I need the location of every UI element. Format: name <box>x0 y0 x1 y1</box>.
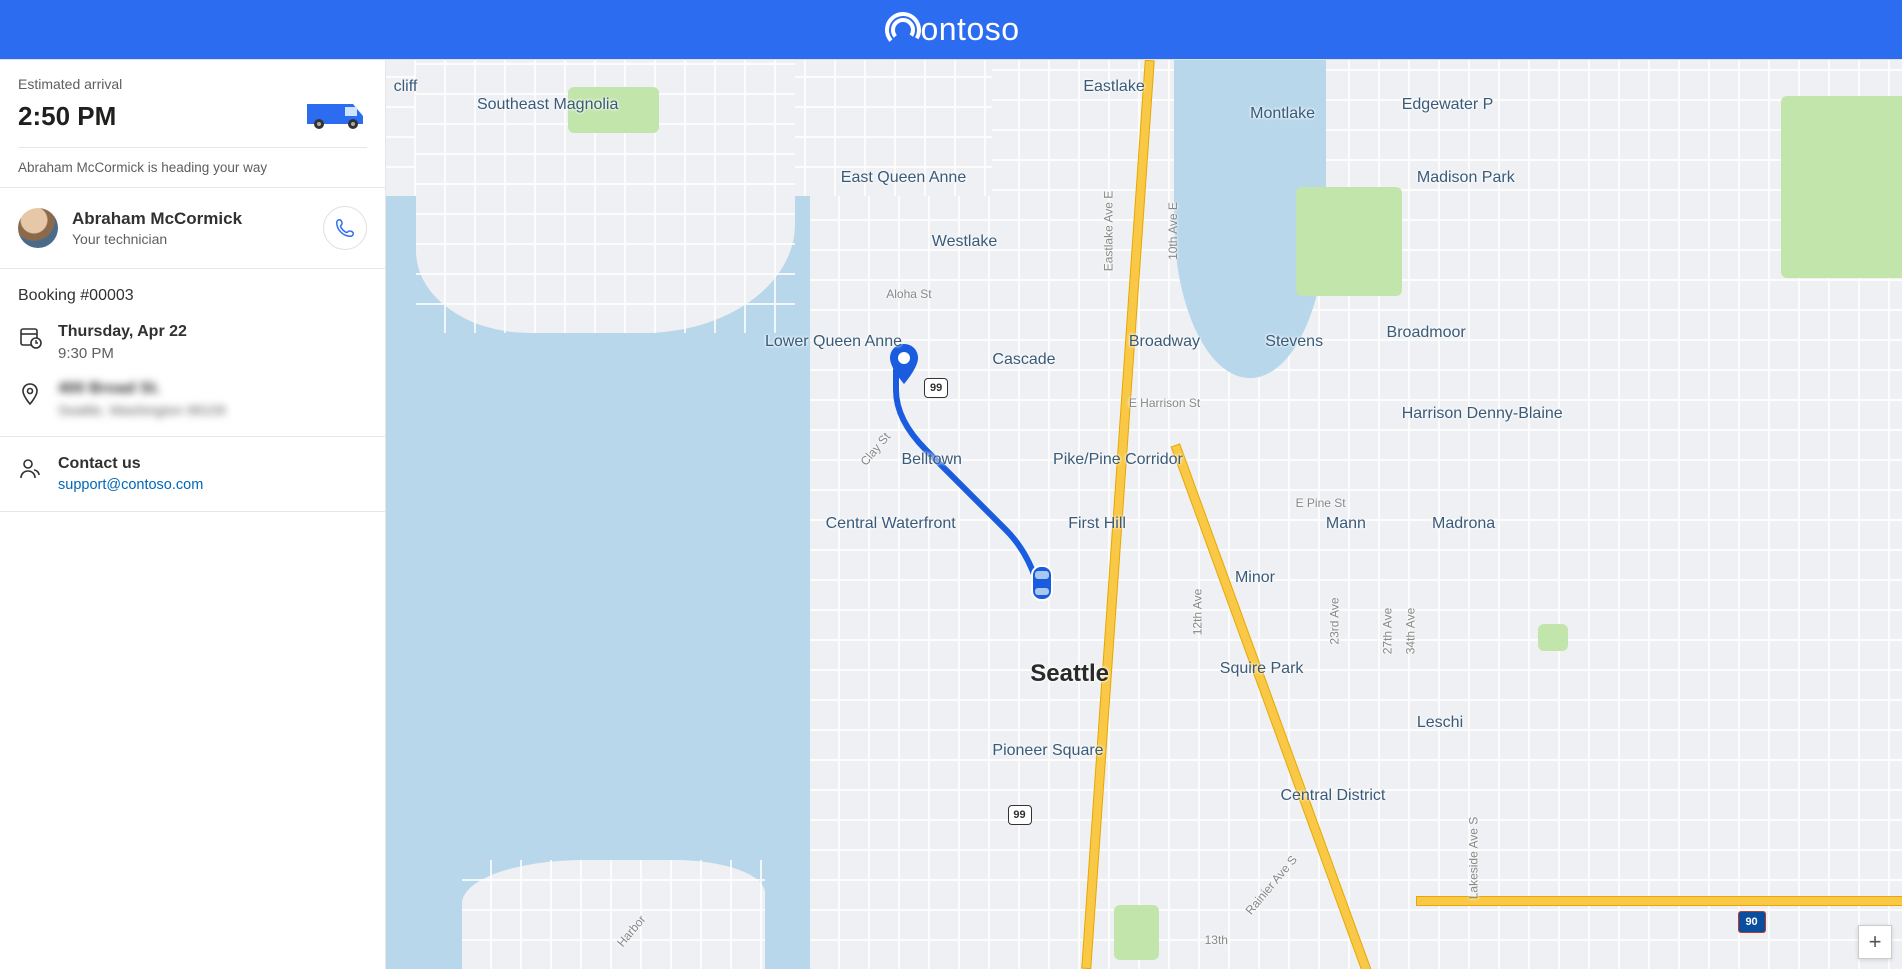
calendar-icon <box>18 325 42 354</box>
booking-number: Booking #00003 <box>18 287 367 305</box>
eta-status: Abraham McCormick is heading your way <box>18 160 367 175</box>
booking-date: Thursday, Apr 22 <box>58 323 187 341</box>
person-support-icon <box>18 457 42 486</box>
interstate-shield: 90 <box>1738 911 1766 933</box>
vehicle-marker-icon <box>1027 560 1057 604</box>
booking-address-row: 400 Broad St. Seattle, Washington 98109 <box>18 380 367 418</box>
brand-text: ontoso <box>920 11 1019 48</box>
location-pin-icon <box>18 382 42 411</box>
technician-name: Abraham McCormick <box>72 209 242 229</box>
eta-row: 2:50 PM <box>18 96 367 148</box>
booking-datetime-row: Thursday, Apr 22 9:30 PM <box>18 323 367 362</box>
map-park <box>1296 187 1402 296</box>
details-sidebar: Estimated arrival 2:50 PM Abraham McCorm… <box>0 60 386 969</box>
call-button[interactable] <box>323 206 367 250</box>
eta-time: 2:50 PM <box>18 101 116 132</box>
contact-email-link[interactable]: support@contoso.com <box>58 477 203 493</box>
destination-pin-icon <box>886 342 922 378</box>
eta-label: Estimated arrival <box>18 76 367 92</box>
contact-title: Contact us <box>58 455 203 473</box>
van-icon <box>303 96 367 137</box>
eta-section: Estimated arrival 2:50 PM Abraham McCorm… <box>0 60 385 188</box>
technician-info: Abraham McCormick Your technician <box>72 209 242 247</box>
logo-c-icon <box>882 9 924 51</box>
tracking-map[interactable]: Southeast Magnolia cliff East Queen Anne… <box>386 60 1902 969</box>
hwy-shield: 99 <box>924 378 948 398</box>
technician-role: Your technician <box>72 231 242 247</box>
booking-address-line1: 400 Broad St. <box>58 380 226 398</box>
technician-avatar <box>18 208 58 248</box>
map-zoom-in-button[interactable]: + <box>1858 925 1892 959</box>
brand-logo: ontoso <box>882 9 1019 51</box>
app-header: ontoso <box>0 0 1902 60</box>
booking-address-line2: Seattle, Washington 98109 <box>58 402 226 418</box>
technician-section: Abraham McCormick Your technician <box>0 188 385 269</box>
booking-time: 9:30 PM <box>58 345 187 362</box>
contact-section: Contact us support@contoso.com <box>0 437 385 512</box>
booking-section: Booking #00003 Thursday, Apr 22 9:30 PM <box>0 269 385 437</box>
main-content: Estimated arrival 2:50 PM Abraham McCorm… <box>0 60 1902 969</box>
phone-icon <box>334 217 356 239</box>
